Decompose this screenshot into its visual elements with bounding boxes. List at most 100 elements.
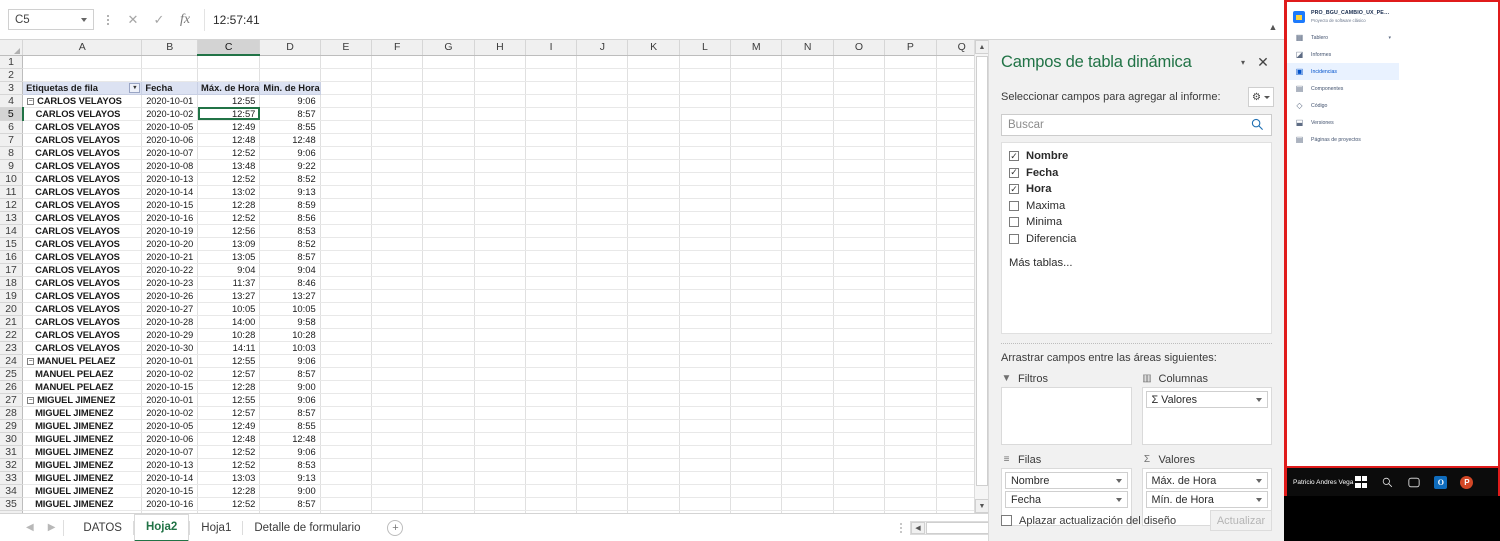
cell-empty[interactable] <box>474 289 527 303</box>
cell-max-hora[interactable]: 12:57 <box>197 406 261 420</box>
cell-empty[interactable] <box>781 445 834 459</box>
cell-empty[interactable] <box>884 133 937 147</box>
cell-empty[interactable] <box>320 198 373 212</box>
spreadsheet-grid[interactable]: A B C D E F G H I J K L M N O P Q 1 2 3 Etiquetas de fila ▾ Fe… <box>0 40 988 513</box>
cell-empty[interactable] <box>576 393 629 407</box>
row-header-19[interactable]: 19 <box>0 289 24 303</box>
cell-empty[interactable] <box>884 393 937 407</box>
cell-empty[interactable] <box>730 302 783 316</box>
cell-max-hora[interactable]: 10:28 <box>197 328 261 342</box>
cell-empty[interactable] <box>320 328 373 342</box>
cell-empty[interactable] <box>320 367 373 381</box>
cell-empty[interactable] <box>422 133 475 147</box>
cell-empty[interactable] <box>474 367 527 381</box>
cell-empty[interactable] <box>679 380 732 394</box>
cell-empty[interactable] <box>833 328 886 342</box>
cell-empty[interactable] <box>884 419 937 433</box>
cell-empty[interactable] <box>576 471 629 485</box>
cell-fecha[interactable]: 2020-10-05 <box>141 120 199 134</box>
cell-empty[interactable] <box>884 224 937 238</box>
cell-empty[interactable] <box>525 445 578 459</box>
column-header-b[interactable]: B <box>141 40 199 56</box>
cell-max-hora[interactable]: 12:28 <box>197 198 261 212</box>
cell-fecha[interactable]: 2020-10-06 <box>141 432 199 446</box>
cell-empty[interactable] <box>525 289 578 303</box>
cell-empty[interactable] <box>422 55 475 69</box>
cell-empty[interactable] <box>884 237 937 251</box>
cell-max-hora[interactable]: 12:52 <box>197 458 261 472</box>
cell-empty[interactable] <box>730 133 783 147</box>
cell-empty[interactable] <box>320 250 373 264</box>
cell-max-hora[interactable]: 12:55 <box>197 354 261 368</box>
cell-empty[interactable] <box>679 146 732 160</box>
cell-empty[interactable] <box>781 471 834 485</box>
cell-fecha[interactable]: 2020-10-28 <box>141 315 199 329</box>
cell-empty[interactable] <box>320 185 373 199</box>
cell-empty[interactable] <box>679 263 732 277</box>
cell-min-hora[interactable]: 9:06 <box>259 146 321 160</box>
cell-empty[interactable] <box>679 68 732 82</box>
cell-empty[interactable] <box>730 289 783 303</box>
cell-empty[interactable] <box>833 250 886 264</box>
row-header-31[interactable]: 31 <box>0 445 24 459</box>
cell-empty[interactable] <box>422 458 475 472</box>
confirm-icon[interactable]: ✓ <box>146 9 172 31</box>
cell-min-hora-header[interactable]: Min. de Hora <box>259 81 321 95</box>
chevron-down-icon[interactable] <box>81 18 87 22</box>
pivot-area-dropzone[interactable] <box>1001 387 1132 445</box>
pivot-field-diferencia[interactable]: Diferencia <box>1002 231 1271 248</box>
cell-empty[interactable] <box>474 328 527 342</box>
cell-empty[interactable] <box>474 497 527 511</box>
row-header-6[interactable]: 6 <box>0 120 24 134</box>
cell-empty[interactable] <box>833 146 886 160</box>
cell-empty[interactable] <box>371 289 424 303</box>
cell-empty[interactable] <box>884 484 937 498</box>
cell-fecha-header[interactable]: Fecha <box>141 81 199 95</box>
cell-empty[interactable] <box>576 133 629 147</box>
cell-empty[interactable] <box>781 276 834 290</box>
cell-empty[interactable] <box>781 55 834 69</box>
cell-max-hora[interactable]: 9:04 <box>197 263 261 277</box>
cell-name[interactable]: CARLOS VELAYOS <box>22 159 143 173</box>
cell-min-hora[interactable]: 13:27 <box>259 289 321 303</box>
cell-empty[interactable] <box>371 211 424 225</box>
cell-empty[interactable] <box>627 276 680 290</box>
cell-name[interactable]: MIGUEL JIMENEZ <box>22 471 143 485</box>
cell-empty[interactable] <box>884 380 937 394</box>
cell-max-hora[interactable]: 12:52 <box>197 497 261 511</box>
cell-empty[interactable] <box>474 471 527 485</box>
cell-max-hora[interactable]: 12:49 <box>197 419 261 433</box>
cell-max-hora[interactable]: 12:55 <box>197 94 261 108</box>
cell-empty[interactable] <box>525 185 578 199</box>
cell-empty[interactable] <box>525 497 578 511</box>
cell-empty[interactable] <box>781 328 834 342</box>
cell-empty[interactable] <box>730 341 783 355</box>
cell-empty[interactable] <box>320 315 373 329</box>
cell-empty[interactable] <box>576 81 629 95</box>
pivot-field-pill[interactable]: Nombre <box>1005 472 1128 489</box>
cell-name[interactable]: CARLOS VELAYOS <box>22 120 143 134</box>
cell-empty[interactable] <box>320 406 373 420</box>
row-header-15[interactable]: 15 <box>0 237 24 251</box>
cell-empty[interactable] <box>884 432 937 446</box>
row-header-33[interactable]: 33 <box>0 471 24 485</box>
cell-empty[interactable] <box>422 94 475 108</box>
cell-empty[interactable] <box>884 458 937 472</box>
column-header-d[interactable]: D <box>259 40 321 56</box>
cell-empty[interactable] <box>474 484 527 498</box>
cell-empty[interactable] <box>730 458 783 472</box>
cell-empty[interactable] <box>320 380 373 394</box>
cell-empty[interactable] <box>679 406 732 420</box>
cell-empty[interactable] <box>679 81 732 95</box>
column-header-c[interactable]: C <box>197 40 261 56</box>
cell-empty[interactable] <box>320 497 373 511</box>
cell-empty[interactable] <box>781 341 834 355</box>
cell-empty[interactable] <box>730 120 783 134</box>
cell-empty[interactable] <box>320 471 373 485</box>
cell-empty[interactable] <box>833 276 886 290</box>
cell-max-hora[interactable]: 14:00 <box>197 315 261 329</box>
cell-empty[interactable] <box>781 432 834 446</box>
scroll-grip-icon[interactable] <box>900 522 902 533</box>
cell-empty[interactable] <box>884 263 937 277</box>
jira-project-header[interactable]: PRO_BGU_CAMBIO_UX_PERS... Proyecto de so… <box>1287 2 1399 29</box>
